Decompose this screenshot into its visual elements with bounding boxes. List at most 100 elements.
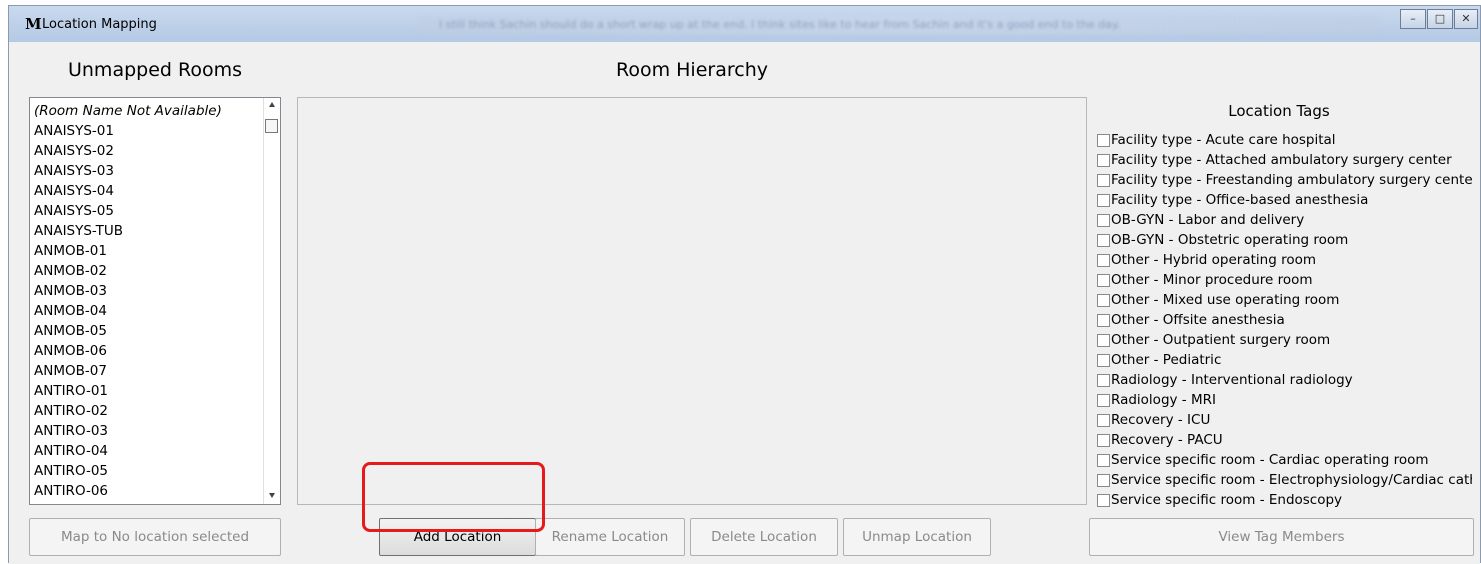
tag-checkbox[interactable] bbox=[1097, 393, 1110, 407]
tag-label: Service specific room - Electrophysiolog… bbox=[1111, 472, 1472, 488]
tag-checkbox-row[interactable]: Service specific room - Electrophysiolog… bbox=[1097, 470, 1472, 490]
room-hierarchy-heading: Room Hierarchy bbox=[616, 59, 768, 81]
tag-checkbox-row[interactable]: Facility type - Office-based anesthesia bbox=[1097, 190, 1472, 210]
tag-checkbox-row[interactable]: Facility type - Attached ambulatory surg… bbox=[1097, 150, 1472, 170]
room-hierarchy-tree[interactable] bbox=[297, 97, 1087, 505]
tag-checkbox[interactable] bbox=[1097, 253, 1110, 267]
tag-checkbox-row[interactable]: Service specific room - Cardiac operatin… bbox=[1097, 450, 1472, 470]
location-tags-list: Facility type - Acute care hospital Facil… bbox=[1097, 130, 1472, 510]
tag-label: OB-GYN - Obstetric operating room bbox=[1111, 232, 1349, 248]
tag-label: Other - Mixed use operating room bbox=[1111, 292, 1340, 308]
tag-label: Facility type - Acute care hospital bbox=[1111, 132, 1336, 148]
room-list-item[interactable]: ANTIRO-04 bbox=[34, 441, 222, 461]
room-list-item[interactable]: ANMOB-04 bbox=[34, 301, 222, 321]
add-location-highlight bbox=[362, 462, 545, 532]
tag-checkbox[interactable] bbox=[1097, 373, 1110, 387]
room-list-item[interactable]: ANTIRO-06 bbox=[34, 481, 222, 501]
room-list-item[interactable]: ANAISYS-01 bbox=[34, 121, 222, 141]
tag-checkbox-row[interactable]: Other - Offsite anesthesia bbox=[1097, 310, 1472, 330]
room-list-item[interactable]: ANAISYS-04 bbox=[34, 181, 222, 201]
window-title: Location Mapping bbox=[42, 17, 157, 32]
tag-checkbox-row[interactable]: Other - Outpatient surgery room bbox=[1097, 330, 1472, 350]
tag-label: Service specific room - Endoscopy bbox=[1111, 492, 1343, 508]
room-list-item[interactable]: ANMOB-03 bbox=[34, 281, 222, 301]
tag-label: Service specific room - Cardiac operatin… bbox=[1111, 452, 1429, 468]
tag-checkbox-row[interactable]: OB-GYN - Obstetric operating room bbox=[1097, 230, 1472, 250]
tag-label: Recovery - ICU bbox=[1111, 412, 1211, 428]
tag-checkbox-row[interactable]: Facility type - Acute care hospital bbox=[1097, 130, 1472, 150]
tag-checkbox[interactable] bbox=[1097, 493, 1110, 507]
tag-checkbox-row[interactable]: Facility type - Freestanding ambulatory … bbox=[1097, 170, 1472, 190]
location-tags-heading: Location Tags bbox=[1228, 102, 1330, 120]
tag-checkbox-row[interactable]: Other - Minor procedure room bbox=[1097, 270, 1472, 290]
tag-checkbox-row[interactable]: Radiology - Interventional radiology bbox=[1097, 370, 1472, 390]
room-list-item[interactable]: ANAISYS-02 bbox=[34, 141, 222, 161]
app-logo-icon: M bbox=[25, 15, 42, 33]
close-button[interactable]: ✕ bbox=[1454, 9, 1478, 29]
unmapped-rooms-list[interactable]: (Room Name Not Available) ANAISYS-01 ANAIS… bbox=[29, 97, 281, 505]
map-to-location-button[interactable]: Map to No location selected bbox=[29, 518, 281, 556]
tag-checkbox[interactable] bbox=[1097, 293, 1110, 307]
room-list-item[interactable]: ANAISYS-TUB bbox=[34, 221, 222, 241]
tag-label: Radiology - MRI bbox=[1111, 392, 1216, 408]
delete-location-button[interactable]: Delete Location bbox=[690, 518, 838, 556]
tag-checkbox[interactable] bbox=[1097, 133, 1110, 147]
tag-checkbox[interactable] bbox=[1097, 153, 1110, 167]
tag-checkbox-row[interactable]: Recovery - PACU bbox=[1097, 430, 1472, 450]
tag-checkbox[interactable] bbox=[1097, 413, 1110, 427]
tag-checkbox[interactable] bbox=[1097, 173, 1110, 187]
content-area: Unmapped Rooms Room Hierarchy (Room Name… bbox=[9, 42, 1480, 564]
minimize-button[interactable]: – bbox=[1400, 9, 1426, 29]
room-list-item[interactable]: ANTIRO-02 bbox=[34, 401, 222, 421]
tag-checkbox[interactable] bbox=[1097, 473, 1110, 487]
room-list-item[interactable]: ANMOB-02 bbox=[34, 261, 222, 281]
tag-label: Other - Outpatient surgery room bbox=[1111, 332, 1331, 348]
unmap-location-button[interactable]: Unmap Location bbox=[843, 518, 991, 556]
scroll-down-icon[interactable] bbox=[269, 493, 275, 498]
title-bar[interactable]: M Location Mapping I still think Sachin … bbox=[9, 6, 1480, 42]
rename-location-button[interactable]: Rename Location bbox=[535, 518, 685, 556]
tag-label: Facility type - Attached ambulatory surg… bbox=[1111, 152, 1452, 168]
tag-label: Radiology - Interventional radiology bbox=[1111, 372, 1353, 388]
scroll-thumb[interactable] bbox=[265, 119, 278, 133]
tag-checkbox[interactable] bbox=[1097, 193, 1110, 207]
room-list-item[interactable]: ANMOB-05 bbox=[34, 321, 222, 341]
tag-label: Other - Minor procedure room bbox=[1111, 272, 1313, 288]
tag-checkbox-row[interactable]: Other - Mixed use operating room bbox=[1097, 290, 1472, 310]
tag-checkbox-row[interactable]: Other - Hybrid operating room bbox=[1097, 250, 1472, 270]
tag-checkbox[interactable] bbox=[1097, 313, 1110, 327]
blurred-background-text: I still think Sachin should do a short w… bbox=[439, 18, 1121, 31]
tag-checkbox[interactable] bbox=[1097, 233, 1110, 247]
tag-checkbox-row[interactable]: OB-GYN - Labor and delivery bbox=[1097, 210, 1472, 230]
room-list-item[interactable]: ANAISYS-03 bbox=[34, 161, 222, 181]
view-tag-members-button[interactable]: View Tag Members bbox=[1089, 518, 1474, 556]
room-list-item[interactable]: ANMOB-01 bbox=[34, 241, 222, 261]
tag-checkbox[interactable] bbox=[1097, 333, 1110, 347]
tag-label: Facility type - Freestanding ambulatory … bbox=[1111, 172, 1472, 188]
tag-checkbox-row[interactable]: Other - Pediatric bbox=[1097, 350, 1472, 370]
tag-checkbox[interactable] bbox=[1097, 273, 1110, 287]
tag-label: Other - Offsite anesthesia bbox=[1111, 312, 1285, 328]
room-list-item[interactable]: ANTIRO-05 bbox=[34, 461, 222, 481]
room-list-item[interactable]: ANMOB-06 bbox=[34, 341, 222, 361]
tag-checkbox-row[interactable]: Radiology - MRI bbox=[1097, 390, 1472, 410]
room-list-scrollbar[interactable] bbox=[263, 98, 280, 504]
unmapped-rooms-heading: Unmapped Rooms bbox=[67, 59, 242, 81]
room-list-item[interactable]: ANTIRO-01 bbox=[34, 381, 222, 401]
tag-checkbox-row[interactable]: Service specific room - Endoscopy bbox=[1097, 490, 1472, 510]
tag-label: Facility type - Office-based anesthesia bbox=[1111, 192, 1369, 208]
room-list-item[interactable]: ANTIRO-03 bbox=[34, 421, 222, 441]
tag-checkbox-row[interactable]: Recovery - ICU bbox=[1097, 410, 1472, 430]
maximize-button[interactable]: □ bbox=[1427, 9, 1453, 29]
tag-label: Recovery - PACU bbox=[1111, 432, 1223, 448]
tag-checkbox[interactable] bbox=[1097, 213, 1110, 227]
tag-checkbox[interactable] bbox=[1097, 353, 1110, 367]
tag-checkbox[interactable] bbox=[1097, 433, 1110, 447]
room-list-item[interactable]: ANMOB-07 bbox=[34, 361, 222, 381]
tag-label: Other - Pediatric bbox=[1111, 352, 1222, 368]
scroll-up-icon[interactable] bbox=[269, 102, 275, 107]
room-list-item[interactable]: ANAISYS-05 bbox=[34, 201, 222, 221]
tag-checkbox[interactable] bbox=[1097, 453, 1110, 467]
tag-label: OB-GYN - Labor and delivery bbox=[1111, 212, 1305, 228]
room-list-item[interactable]: (Room Name Not Available) bbox=[34, 101, 222, 121]
